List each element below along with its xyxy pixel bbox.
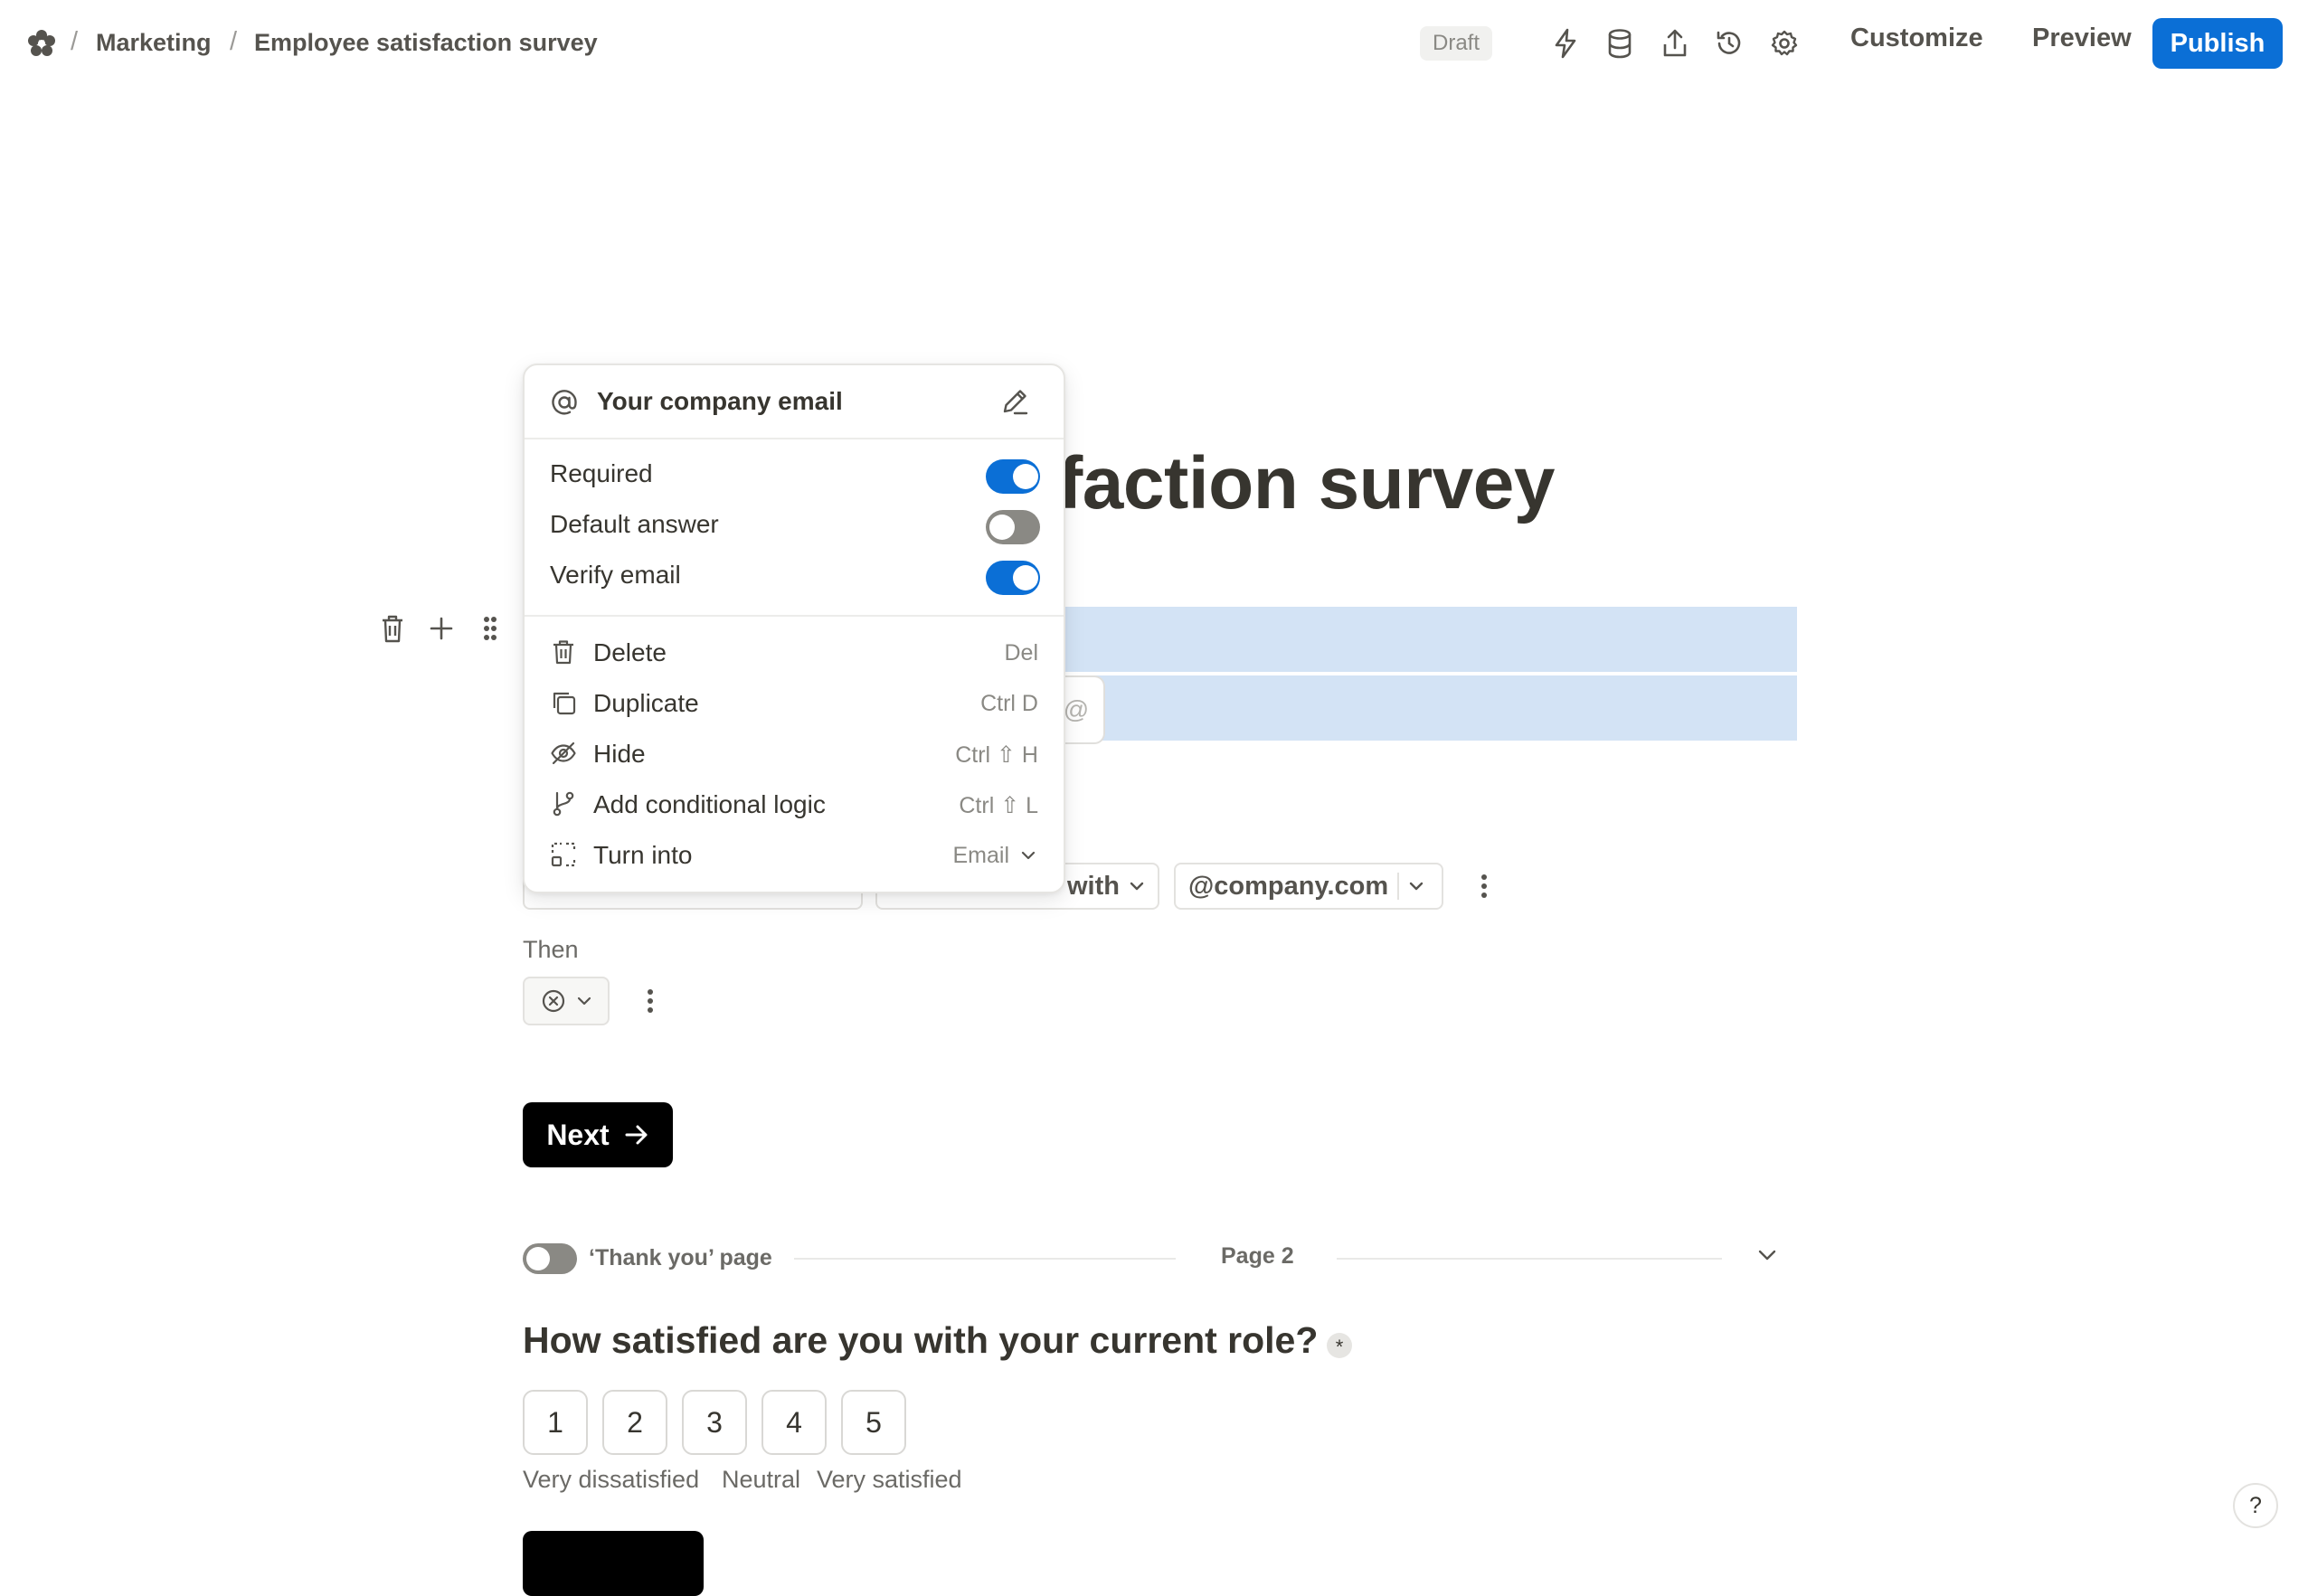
chevron-down-icon [577, 996, 591, 1006]
scale-label-low: Very dissatisfied [523, 1466, 700, 1493]
selected-block-input[interactable] [1065, 675, 1797, 741]
drag-handle-icon[interactable] [474, 609, 506, 647]
menu-item-hide[interactable]: Hide Ctrl ⇧ H [525, 729, 1064, 778]
page-label: Page 2 [1221, 1243, 1294, 1269]
logic-value-label: @company.com [1188, 871, 1389, 901]
breadcrumb-separator: / [71, 27, 79, 56]
share-icon[interactable] [1657, 25, 1693, 61]
trash-icon[interactable] [376, 609, 409, 647]
page-divider-right [1337, 1258, 1722, 1260]
collapse-page-chevron-icon[interactable] [1756, 1248, 1778, 1262]
rating-option[interactable]: 2 [602, 1390, 667, 1455]
menu-item-turn-into[interactable]: Turn into Email [525, 830, 1064, 879]
clear-circle-icon [541, 988, 566, 1014]
divider [1397, 873, 1400, 900]
top-bar: / Marketing / Employee satisfaction surv… [0, 0, 2308, 89]
menu-item-duplicate[interactable]: Duplicate Ctrl D [525, 678, 1064, 727]
customize-button[interactable]: Customize [1850, 24, 1983, 53]
branch-icon [550, 790, 577, 817]
verify-email-toggle[interactable] [986, 561, 1040, 595]
menu-item-label: Duplicate [593, 689, 699, 717]
then-more-icon[interactable] [637, 981, 664, 1021]
question-title[interactable]: How satisfied are you with your current … [523, 1319, 1318, 1362]
rating-option[interactable]: 3 [682, 1390, 747, 1455]
toggle-knob [1013, 464, 1038, 489]
chevron-down-icon [1020, 850, 1036, 861]
menu-item-label: Add conditional logic [593, 790, 826, 818]
asterisk-logo-icon[interactable] [25, 27, 58, 60]
breadcrumb-item-survey[interactable]: Employee satisfaction survey [254, 29, 598, 57]
preview-button[interactable]: Preview [2032, 24, 2132, 53]
shortcut-label: Ctrl ⇧ L [959, 793, 1038, 818]
thank-you-page-label: ‘Thank you’ page [589, 1245, 772, 1270]
rating-option[interactable]: 4 [761, 1390, 827, 1455]
plus-icon[interactable] [425, 609, 458, 647]
popover-header: Your company email [525, 365, 1064, 439]
shortcut-label: Del [1004, 640, 1038, 666]
menu-item-label: Turn into [593, 841, 693, 869]
breadcrumb-item-marketing[interactable]: Marketing [96, 29, 212, 57]
at-icon [550, 388, 579, 417]
field-options-popover: Your company email Required Default answ… [523, 364, 1065, 893]
shortcut-label: Ctrl D [980, 691, 1038, 716]
toggle-knob [526, 1247, 550, 1270]
option-default-answer-label: Default answer [550, 510, 719, 538]
block-toolbar [376, 609, 506, 647]
rating-option[interactable]: 1 [523, 1390, 588, 1455]
transform-icon [550, 841, 577, 868]
toggle-knob [989, 515, 1015, 540]
breadcrumb-separator: / [230, 27, 238, 56]
scale-label-mid: Neutral [722, 1466, 801, 1493]
trash-icon [550, 638, 577, 666]
next-button[interactable]: Next [523, 1102, 673, 1167]
option-required-label: Required [550, 459, 653, 487]
turn-into-value: Email [952, 843, 1009, 868]
gear-icon[interactable] [1766, 25, 1802, 61]
status-badge: Draft [1420, 26, 1493, 61]
required-badge: * [1327, 1333, 1352, 1358]
eye-off-icon [550, 740, 577, 767]
menu-item-label: Delete [593, 638, 667, 666]
menu-item-delete[interactable]: Delete Del [525, 628, 1064, 676]
form-title[interactable]: faction survey [1058, 441, 1555, 526]
scale-label-high: Very satisfied [817, 1466, 962, 1493]
bolt-icon[interactable] [1547, 25, 1584, 61]
duplicate-icon [550, 689, 577, 716]
logic-condition-label: with [1067, 871, 1120, 901]
menu-item-label: Hide [593, 740, 646, 768]
toggle-knob [1013, 565, 1038, 590]
logic-value-input[interactable]: @company.com [1174, 863, 1443, 910]
rating-option[interactable]: 5 [841, 1390, 906, 1455]
required-toggle[interactable] [986, 459, 1040, 494]
arrow-right-icon [624, 1124, 649, 1146]
publish-button[interactable]: Publish [2152, 18, 2283, 69]
pencil-icon[interactable] [998, 385, 1031, 418]
page-divider-left [794, 1258, 1176, 1260]
selected-block-label[interactable] [1065, 607, 1797, 672]
default-answer-toggle[interactable] [986, 510, 1040, 544]
popover-title: Your company email [597, 387, 843, 415]
database-icon[interactable] [1602, 25, 1638, 61]
submit-button[interactable] [523, 1531, 704, 1596]
menu-item-add-conditional-logic[interactable]: Add conditional logic Ctrl ⇧ L [525, 779, 1064, 828]
next-label: Next [546, 1118, 610, 1151]
then-action-select[interactable] [523, 977, 610, 1025]
chevron-down-icon [1129, 881, 1145, 892]
help-button[interactable]: ? [2233, 1483, 2278, 1528]
option-verify-email-label: Verify email [550, 561, 681, 589]
shortcut-label: Ctrl ⇧ H [955, 742, 1038, 768]
at-icon: @ [1063, 695, 1090, 723]
popover-divider [525, 615, 1064, 617]
logic-condition-more-icon[interactable] [1471, 866, 1498, 906]
history-icon[interactable] [1711, 25, 1747, 61]
then-label: Then [523, 936, 579, 963]
chevron-down-icon[interactable] [1408, 881, 1424, 892]
thank-you-page-toggle[interactable] [523, 1243, 577, 1274]
